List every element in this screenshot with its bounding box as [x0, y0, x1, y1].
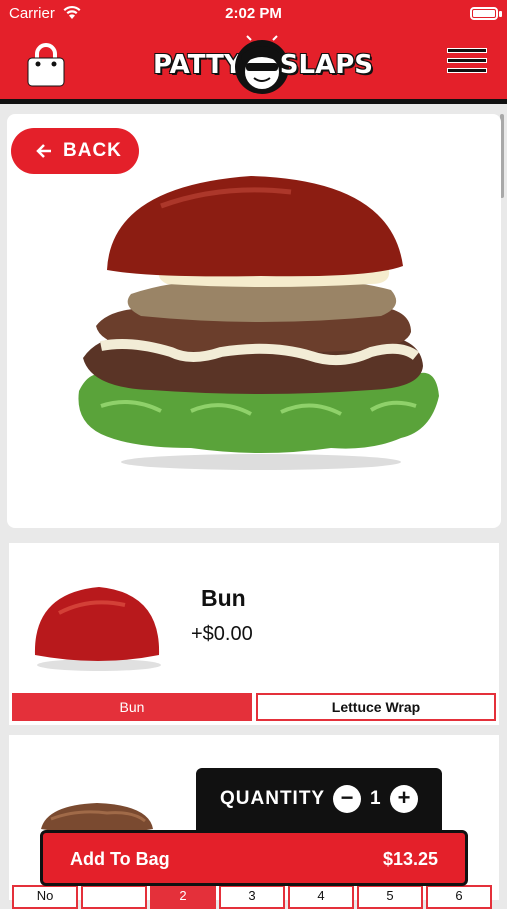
patty-choice[interactable]: 6	[426, 885, 492, 909]
arrow-left-icon	[36, 144, 51, 158]
choice-lettuce-wrap[interactable]: Lettuce Wrap	[256, 693, 496, 721]
burger-photo	[78, 176, 439, 470]
logo-word-left: PATTY	[153, 50, 243, 80]
bun-option-card: Bun +$0.00 Bun Lettuce Wrap	[9, 543, 499, 725]
choice-bun[interactable]: Bun	[12, 693, 252, 721]
quantity-label: QUANTITY	[220, 788, 326, 809]
product-hero-card: BACK	[7, 114, 501, 528]
plus-icon[interactable]: +	[390, 785, 418, 813]
shopping-bag-icon[interactable]	[24, 42, 68, 88]
patty-choice[interactable]	[81, 885, 147, 909]
menu-bar	[447, 48, 487, 53]
app-header: PATTY SLAPS	[0, 28, 507, 104]
brand-logo[interactable]: PATTY SLAPS	[153, 34, 373, 94]
menu-bar	[447, 58, 487, 63]
patty-choice[interactable]: 5	[357, 885, 423, 909]
back-button[interactable]: BACK	[11, 128, 139, 174]
add-to-bag-label: Add To Bag	[70, 849, 170, 869]
add-to-bag-button[interactable]: Add To Bag $13.25	[40, 830, 468, 886]
battery-tip	[499, 11, 502, 17]
clock: 2:02 PM	[225, 5, 282, 22]
quantity-panel: QUANTITY − 1 +	[196, 768, 442, 830]
logo-word-right: SLAPS	[279, 50, 373, 80]
patty-choice[interactable]: 4	[288, 885, 354, 909]
hamburger-menu-icon[interactable]	[447, 48, 487, 82]
total-price: $13.25	[382, 849, 438, 869]
option-title: Bun	[201, 585, 246, 611]
option-price: +$0.00	[191, 623, 253, 645]
patty-choice[interactable]: 3	[219, 885, 285, 909]
status-bar: Carrier 2:02 PM	[0, 0, 507, 28]
minus-icon[interactable]: −	[333, 785, 361, 813]
quantity-value: 1	[370, 788, 381, 809]
patty-count-row: No 2 3 4 5 6	[12, 885, 496, 909]
bun-photo	[34, 587, 161, 671]
patty-choice[interactable]: No	[12, 885, 78, 909]
patty-choice-selected[interactable]: 2	[150, 885, 216, 909]
battery-icon	[470, 7, 498, 20]
menu-bar	[447, 68, 487, 73]
back-label: BACK	[63, 140, 122, 161]
